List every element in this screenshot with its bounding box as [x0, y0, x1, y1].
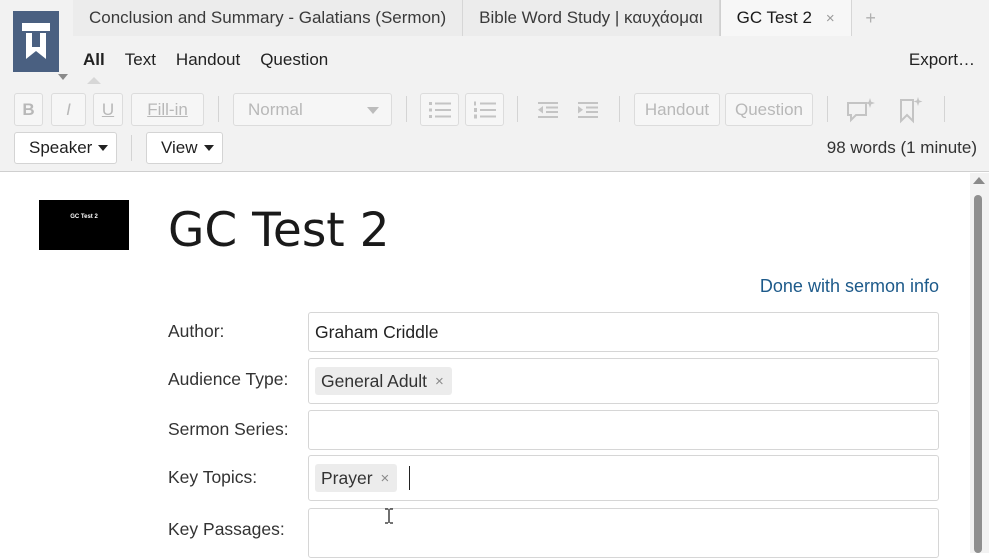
key-topics-field[interactable]: Prayer × — [308, 455, 939, 501]
app-menu-caret-icon[interactable] — [58, 74, 68, 80]
remove-chip-icon[interactable]: × — [435, 373, 444, 390]
scrollbar-thumb[interactable] — [974, 195, 982, 553]
filter-question[interactable]: Question — [250, 36, 338, 84]
top-chrome: Conclusion and Summary - Galatians (Serm… — [0, 0, 989, 172]
underline-button[interactable]: U — [93, 93, 123, 126]
indent-icon — [578, 101, 598, 118]
bulleted-list-icon — [428, 101, 451, 118]
toolbar-divider — [218, 96, 219, 122]
outdent-icon — [538, 101, 558, 118]
app-logo[interactable] — [13, 11, 59, 72]
word-count: 98 words (1 minute) — [826, 138, 977, 157]
audience-chip: General Adult × — [315, 367, 452, 395]
done-with-sermon-info-link[interactable]: Done with sermon info — [760, 276, 939, 297]
speaker-label: Speaker — [29, 138, 93, 157]
chevron-down-icon — [367, 107, 379, 114]
ibeam-cursor-icon — [385, 508, 393, 524]
toolbar-divider — [619, 96, 620, 122]
formatting-toolbar: B I U Fill-in Normal Handout Question — [0, 86, 989, 132]
tab-conclusion-summary[interactable]: Conclusion and Summary - Galatians (Serm… — [73, 0, 464, 36]
audience-type-label: Audience Type: — [168, 369, 289, 389]
italic-button[interactable]: I — [51, 93, 86, 126]
tab-label: Bible Word Study | καυχάομαι — [479, 8, 703, 27]
chip-label: General Adult — [321, 370, 428, 391]
paragraph-style-select[interactable]: Normal — [233, 93, 392, 126]
author-field[interactable]: Graham Criddle — [308, 312, 939, 352]
handout-button[interactable]: Handout — [634, 93, 720, 126]
filter-text[interactable]: Text — [115, 36, 166, 84]
document-title[interactable]: GC Test 2 — [168, 203, 390, 258]
sermon-editor: GC Test 2 GC Test 2 Done with sermon inf… — [0, 173, 970, 558]
author-value: Graham Criddle — [315, 321, 439, 342]
toolbar-divider — [406, 96, 407, 122]
remove-chip-icon[interactable]: × — [381, 470, 390, 487]
tab-bible-word-study[interactable]: Bible Word Study | καυχάομαι — [463, 0, 720, 36]
numbered-list-button[interactable] — [465, 93, 504, 126]
sermon-series-label: Sermon Series: — [168, 419, 289, 439]
comment-sparkle-icon — [847, 97, 875, 122]
toolbar-divider — [517, 96, 518, 122]
bold-button[interactable]: B — [14, 93, 43, 126]
question-button[interactable]: Question — [725, 93, 813, 126]
key-topics-label: Key Topics: — [168, 467, 258, 487]
topic-chip: Prayer × — [315, 464, 398, 492]
decrease-indent-button[interactable] — [532, 93, 564, 126]
text-caret — [409, 466, 411, 490]
key-passages-field[interactable] — [308, 508, 939, 558]
speaker-dropdown[interactable]: Speaker — [14, 132, 117, 164]
tab-strip: Conclusion and Summary - Galatians (Serm… — [73, 0, 890, 36]
fill-in-button[interactable]: Fill-in — [131, 93, 204, 126]
toolbar-divider — [944, 96, 945, 122]
toolbar-divider — [131, 135, 132, 161]
view-label: View — [161, 138, 198, 157]
audience-type-field[interactable]: General Adult × — [308, 358, 939, 404]
sermon-thumbnail[interactable]: GC Test 2 — [39, 200, 129, 250]
caret-down-icon — [203, 145, 214, 151]
thumbnail-text: GC Test 2 — [70, 214, 98, 220]
author-label: Author: — [168, 321, 225, 341]
key-passages-label: Key Passages: — [168, 519, 285, 539]
scroll-up-arrow-icon[interactable] — [973, 177, 985, 184]
close-icon[interactable]: × — [826, 10, 835, 27]
bookmark-logo-icon — [22, 22, 50, 59]
toolbar-divider — [827, 96, 828, 122]
filter-handout[interactable]: Handout — [166, 36, 250, 84]
caret-down-icon — [98, 145, 109, 151]
view-dropdown[interactable]: View — [146, 132, 223, 164]
filter-row: All Text Handout Question Export… — [73, 36, 989, 84]
increase-indent-button[interactable] — [572, 93, 604, 126]
bookmark-sparkle-icon — [900, 96, 923, 123]
document-controls-row: Speaker View 98 words (1 minute) — [0, 132, 989, 170]
sermon-series-field[interactable] — [308, 410, 939, 450]
tab-label: Conclusion and Summary - Galatians (Serm… — [89, 8, 447, 27]
tab-label: GC Test 2 — [736, 8, 812, 27]
filter-all[interactable]: All — [73, 36, 115, 84]
export-button[interactable]: Export… — [909, 36, 975, 84]
add-tab-button[interactable]: + — [852, 0, 890, 36]
bulleted-list-button[interactable] — [420, 93, 459, 126]
chip-label: Prayer — [321, 467, 373, 488]
add-bookmark-button[interactable] — [893, 93, 927, 126]
add-comment-button[interactable] — [843, 93, 879, 126]
style-select-value: Normal — [248, 99, 303, 119]
vertical-scrollbar[interactable] — [970, 173, 989, 553]
tab-gc-test-2[interactable]: GC Test 2 × — [719, 0, 852, 36]
numbered-list-icon — [473, 101, 496, 118]
